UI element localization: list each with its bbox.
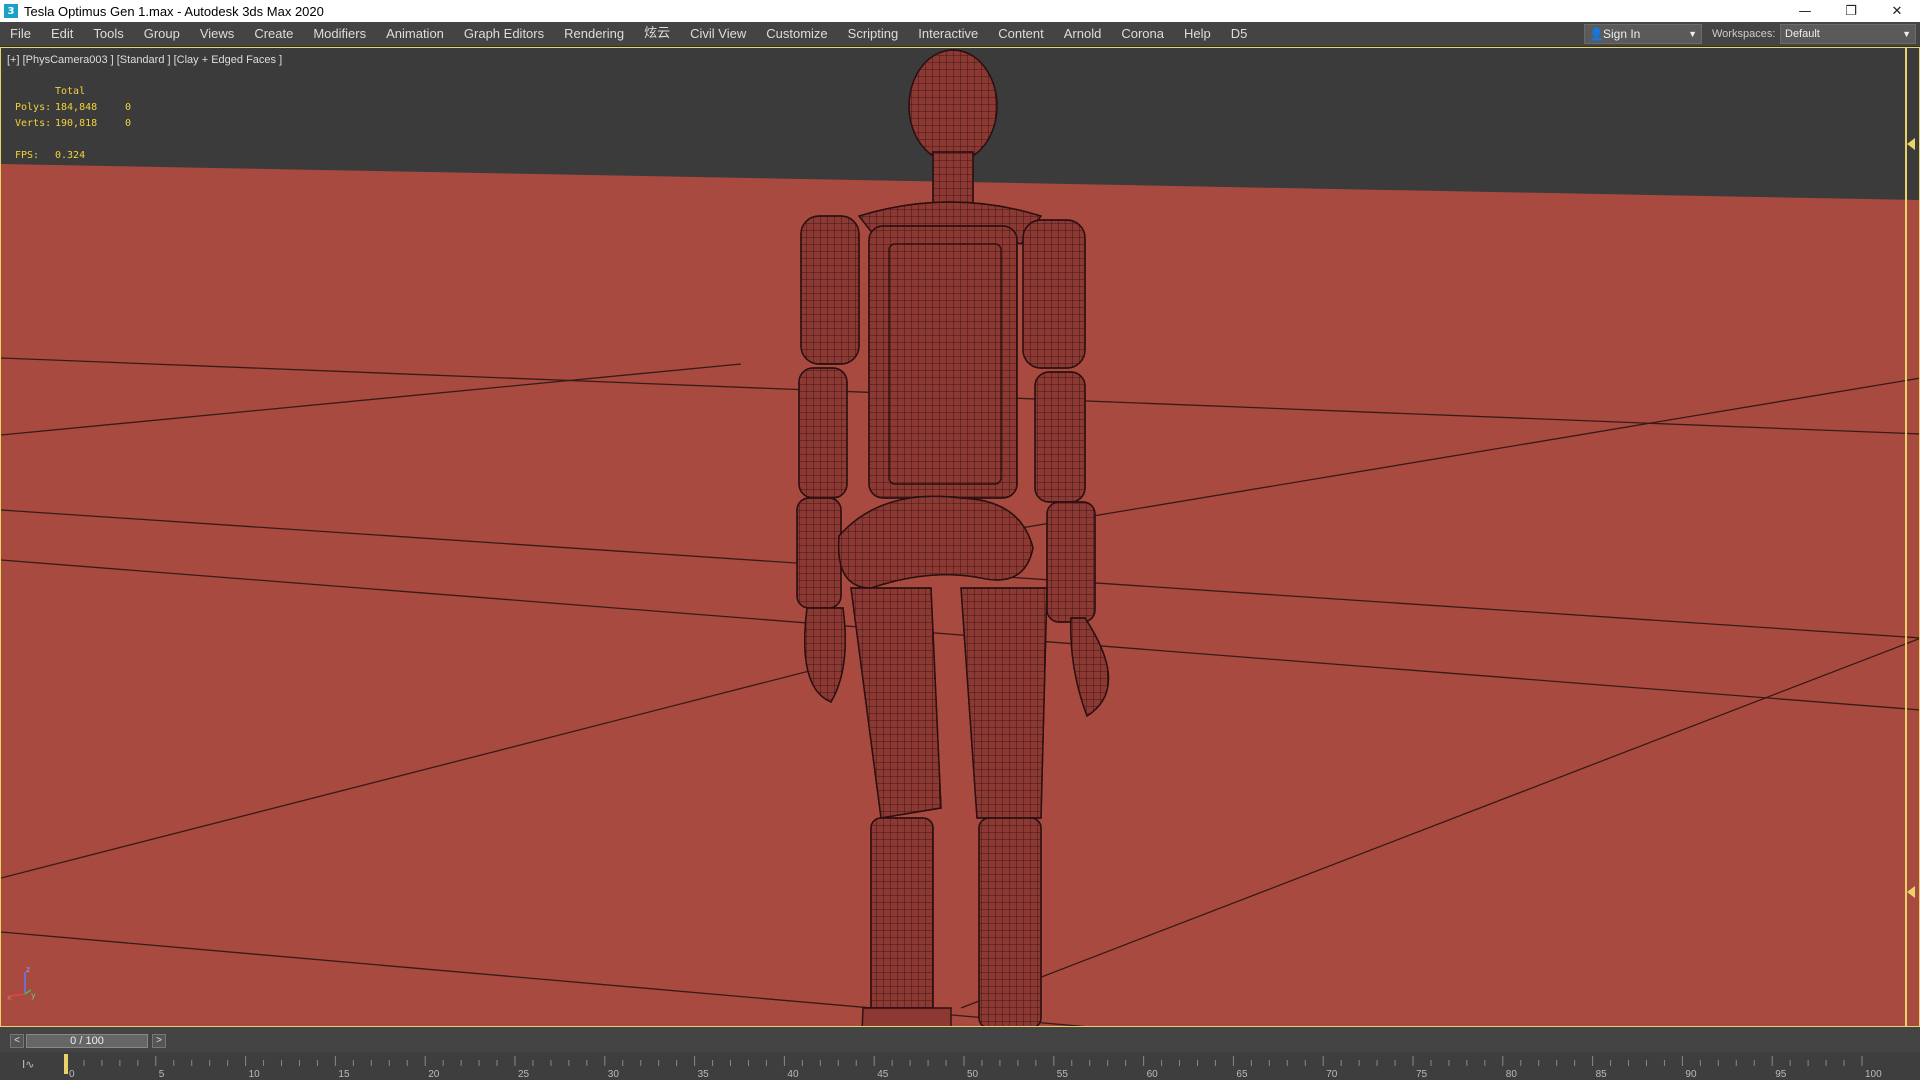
ruler-tick-label: 40	[787, 1069, 799, 1080]
axis-y-label: y	[31, 991, 36, 1000]
polys-selected: 0	[125, 102, 132, 113]
ruler-tick-label: 95	[1775, 1069, 1787, 1080]
sign-in-label: Sign In	[1603, 27, 1641, 41]
edge-marker-icon	[1907, 886, 1915, 898]
ruler-tick-label: 10	[249, 1069, 261, 1080]
time-slider-row: < 0 / 100 >	[0, 1032, 1920, 1050]
ruler-tick-label: 15	[338, 1069, 350, 1080]
axis-gizmo-icon: z x y	[7, 965, 36, 1002]
user-icon: 👤	[1589, 27, 1604, 41]
axis-z-label: z	[26, 965, 30, 974]
ruler-tick-label: 100	[1865, 1069, 1882, 1080]
ruler-tick-label: 0	[69, 1069, 75, 1080]
menu-graph-editors[interactable]: Graph Editors	[454, 22, 554, 46]
menu-views[interactable]: Views	[190, 22, 244, 46]
menu-file[interactable]: File	[0, 22, 41, 46]
ruler-tick-label: 30	[608, 1069, 620, 1080]
menu-customize[interactable]: Customize	[756, 22, 837, 46]
menu-interactive[interactable]: Interactive	[908, 22, 988, 46]
minimize-button[interactable]: —	[1782, 0, 1828, 22]
next-frame-button[interactable]: >	[152, 1034, 166, 1048]
time-slider[interactable]: 0 / 100	[26, 1034, 148, 1048]
chevron-down-icon: ▼	[1688, 29, 1697, 39]
menu-corona[interactable]: Corona	[1111, 22, 1174, 46]
ruler-tick-label: 45	[877, 1069, 889, 1080]
verts-value: 190,818	[55, 118, 98, 129]
window-title: Tesla Optimus Gen 1.max - Autodesk 3ds M…	[24, 3, 324, 19]
menu-rendering[interactable]: Rendering	[554, 22, 634, 46]
menu-d5[interactable]: D5	[1221, 22, 1258, 46]
ruler-tick-label: 75	[1416, 1069, 1428, 1080]
menu-create[interactable]: Create	[244, 22, 303, 46]
verts-selected: 0	[125, 118, 132, 129]
menu-bar: File Edit Tools Group Views Create Modif…	[0, 22, 1920, 47]
prev-frame-button[interactable]: <	[10, 1034, 24, 1048]
workspaces-label: Workspaces:	[1712, 28, 1776, 40]
ruler-tick-label: 80	[1506, 1069, 1518, 1080]
menu-modifiers[interactable]: Modifiers	[303, 22, 376, 46]
edge-marker-icon	[1907, 138, 1915, 150]
window-controls: — ❐ ✕	[1782, 0, 1920, 22]
viewport-active-border	[1905, 48, 1907, 1026]
app-icon[interactable]: 3	[4, 4, 18, 18]
track-bar[interactable]: Ⅰ∿ 0 5 10 15 20 25 30 35 40 45 50 55 60 65 70 75 80 85 90 9…	[0, 1052, 1920, 1080]
fps-value: 0.324	[55, 150, 86, 161]
polys-label: Polys:	[15, 102, 52, 113]
menu-edit[interactable]: Edit	[41, 22, 83, 46]
ruler-tick-label: 20	[428, 1069, 440, 1080]
timeline: < 0 / 100 > Ⅰ∿ 0 5 10 15 20 25 30 35 40 45 50 55 60 6…	[0, 1028, 1920, 1080]
ruler-tick-label: 50	[967, 1069, 979, 1080]
menu-animation[interactable]: Animation	[376, 22, 454, 46]
menu-group[interactable]: Group	[134, 22, 190, 46]
ruler-tick-label: 55	[1057, 1069, 1069, 1080]
fps-label: FPS:	[15, 150, 40, 161]
ruler-tick-label: 60	[1147, 1069, 1159, 1080]
ruler-tick-label: 85	[1596, 1069, 1608, 1080]
ruler-tick-label: 90	[1685, 1069, 1697, 1080]
menu-help[interactable]: Help	[1174, 22, 1221, 46]
ruler-tick-label: 65	[1236, 1069, 1248, 1080]
menu-content[interactable]: Content	[988, 22, 1054, 46]
menu-tools[interactable]: Tools	[83, 22, 133, 46]
viewport-label[interactable]: [+] [PhysCamera003 ] [Standard ] [Clay +…	[7, 54, 282, 66]
menu-scripting[interactable]: Scripting	[838, 22, 909, 46]
restore-button[interactable]: ❐	[1828, 0, 1874, 22]
ruler-tick-label: 70	[1326, 1069, 1338, 1080]
statistics-overlay: Total Polys: 184,848 0 Verts: 190,818 0 …	[15, 86, 131, 166]
ruler-tick-label: 25	[518, 1069, 530, 1080]
workspaces-select[interactable]: Default ▼	[1780, 24, 1916, 44]
menu-xuanyun[interactable]: 炫云	[634, 22, 680, 46]
viewport-scene[interactable]	[1, 48, 1920, 1027]
axis-x-label: x	[7, 993, 12, 1002]
stats-header: Total	[55, 86, 86, 97]
ruler-tick-label: 5	[159, 1069, 165, 1080]
menu-arnold[interactable]: Arnold	[1054, 22, 1112, 46]
ruler-tick-label: 35	[698, 1069, 710, 1080]
title-bar: 3 Tesla Optimus Gen 1.max - Autodesk 3ds…	[0, 0, 1920, 22]
menu-civil-view[interactable]: Civil View	[680, 22, 756, 46]
verts-label: Verts:	[15, 118, 52, 129]
polys-value: 184,848	[55, 102, 98, 113]
workspace-value: Default	[1785, 28, 1820, 40]
close-button[interactable]: ✕	[1874, 0, 1920, 22]
perspective-viewport[interactable]: [+] [PhysCamera003 ] [Standard ] [Clay +…	[0, 47, 1920, 1027]
current-frame-marker[interactable]	[64, 1054, 68, 1074]
chevron-down-icon: ▼	[1902, 29, 1911, 39]
sign-in-dropdown[interactable]: 👤 Sign In ▼	[1584, 24, 1702, 44]
frame-ruler[interactable]: 0 5 10 15 20 25 30 35 40 45 50 55 60 65 70 75 80 85 90 95 10…	[0, 1052, 1920, 1080]
